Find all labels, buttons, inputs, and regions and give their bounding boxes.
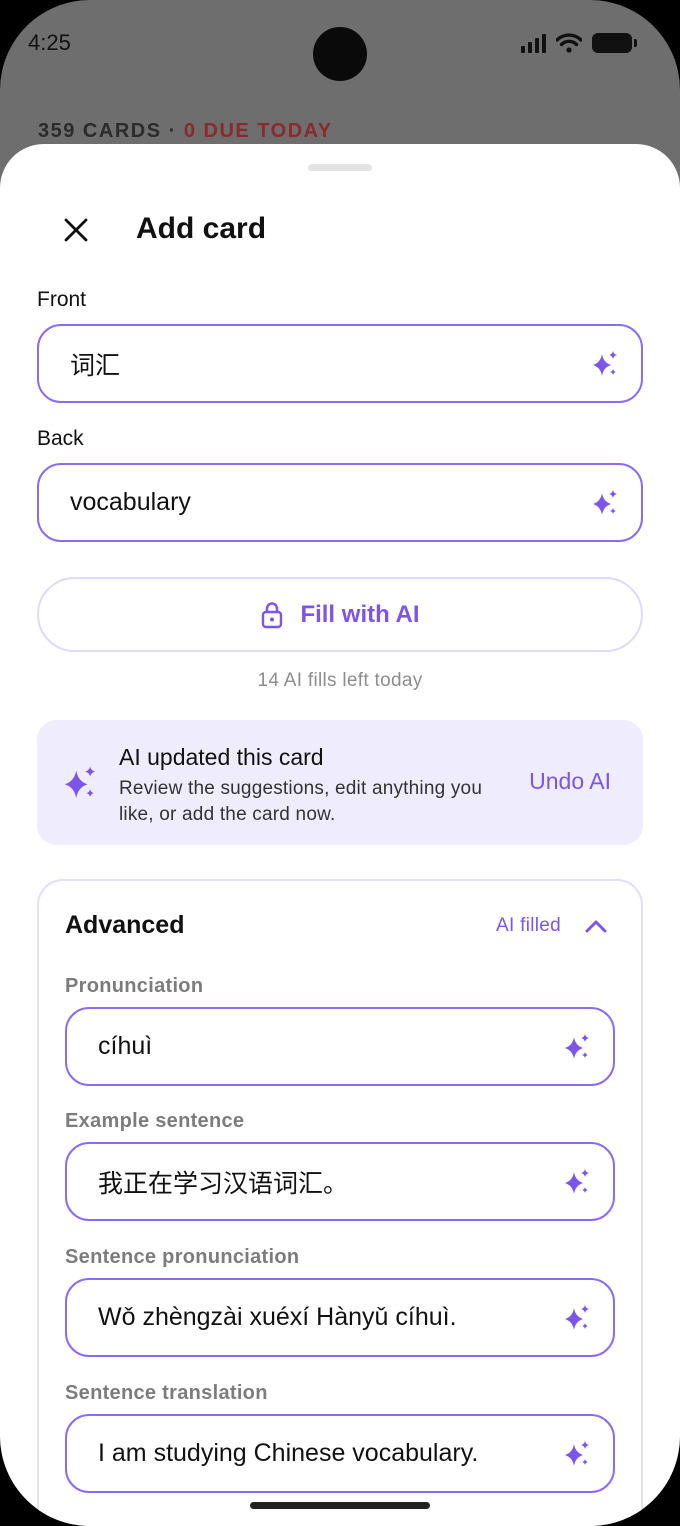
cellular-signal-icon — [521, 33, 546, 53]
cards-count: 359 CARDS — [38, 120, 162, 142]
due-today: 0 DUE TODAY — [183, 120, 333, 142]
ai-banner-title: AI updated this card — [119, 744, 324, 770]
sheet-grabber[interactable] — [308, 164, 372, 171]
advanced-status: AI filled — [495, 915, 561, 936]
back-field[interactable]: vocabulary — [37, 463, 643, 542]
pronunciation-label: Pronunciation — [65, 975, 204, 997]
deck-summary: 359 CARDS · 0 DUE TODAY — [38, 120, 333, 143]
phone-screen: 4:25 359 CARDS · 0 DUE TODAY Add card Fr… — [0, 0, 680, 1526]
front-field[interactable]: 词汇 — [37, 324, 643, 403]
chevron-up-icon — [585, 920, 607, 933]
add-card-sheet: Add card Front 词汇 Back vocabulary Fill w… — [0, 144, 680, 1526]
back-ai-button[interactable] — [589, 487, 621, 519]
sentence-pronunciation-value: Wǒ zhèngzài xuéxí Hànyǔ cíhuì. — [98, 1303, 457, 1331]
sparkle-icon — [565, 1440, 589, 1466]
front-value: 词汇 — [70, 351, 121, 380]
sentence-translation-field[interactable]: I am studying Chinese vocabulary. — [65, 1414, 615, 1493]
sparkle-icon — [593, 350, 617, 376]
example-sentence-label: Example sentence — [65, 1110, 245, 1132]
ai-banner-description: Review the suggestions, edit anything yo… — [119, 778, 483, 825]
page-title: Add card — [136, 212, 267, 245]
battery-icon — [592, 33, 637, 53]
fill-with-ai-button[interactable]: Fill with AI — [37, 577, 643, 652]
front-label: Front — [37, 288, 87, 311]
sparkle-icon — [593, 489, 617, 515]
pronunciation-ai-button[interactable] — [561, 1031, 593, 1063]
status-icons — [521, 33, 637, 53]
fill-with-ai-label: Fill with AI — [300, 600, 420, 628]
home-indicator[interactable] — [250, 1502, 430, 1509]
wifi-icon — [556, 33, 582, 53]
lock-icon — [262, 601, 283, 628]
summary-separator: · — [161, 120, 184, 142]
ai-updated-banner: AI updated this card Review the suggesti… — [37, 720, 643, 845]
sentence-translation-label: Sentence translation — [65, 1382, 268, 1404]
sparkle-icon — [565, 1304, 589, 1330]
undo-ai-button[interactable]: Undo AI — [529, 768, 611, 795]
example-sentence-value: 我正在学习汉语词汇。 — [98, 1169, 349, 1198]
advanced-section: Advanced AI filled Pronunciation cíhuì E… — [37, 879, 643, 1526]
close-button[interactable] — [58, 212, 94, 248]
advanced-collapse-button[interactable] — [581, 911, 611, 941]
front-camera — [313, 27, 367, 81]
sentence-pronunciation-label: Sentence pronunciation — [65, 1246, 300, 1268]
status-time: 4:25 — [28, 30, 71, 55]
sentence-translation-ai-button[interactable] — [561, 1438, 593, 1470]
sparkle-icon — [64, 766, 96, 799]
pronunciation-value: cíhuì — [98, 1032, 153, 1060]
back-label: Back — [37, 427, 84, 450]
ai-fills-remaining: 14 AI fills left today — [257, 670, 423, 691]
advanced-title: Advanced — [65, 911, 185, 939]
front-ai-button[interactable] — [589, 348, 621, 380]
example-sentence-field[interactable]: 我正在学习汉语词汇。 — [65, 1142, 615, 1221]
back-value: vocabulary — [70, 488, 191, 516]
sentence-pronunciation-ai-button[interactable] — [561, 1302, 593, 1334]
pronunciation-field[interactable]: cíhuì — [65, 1007, 615, 1086]
sparkle-icon — [565, 1168, 589, 1194]
example-sentence-ai-button[interactable] — [561, 1166, 593, 1198]
sentence-translation-value: I am studying Chinese vocabulary. — [98, 1439, 479, 1467]
sparkle-icon — [565, 1033, 589, 1059]
sentence-pronunciation-field[interactable]: Wǒ zhèngzài xuéxí Hànyǔ cíhuì. — [65, 1278, 615, 1357]
close-icon — [64, 218, 88, 242]
ai-banner-icon — [61, 764, 99, 807]
